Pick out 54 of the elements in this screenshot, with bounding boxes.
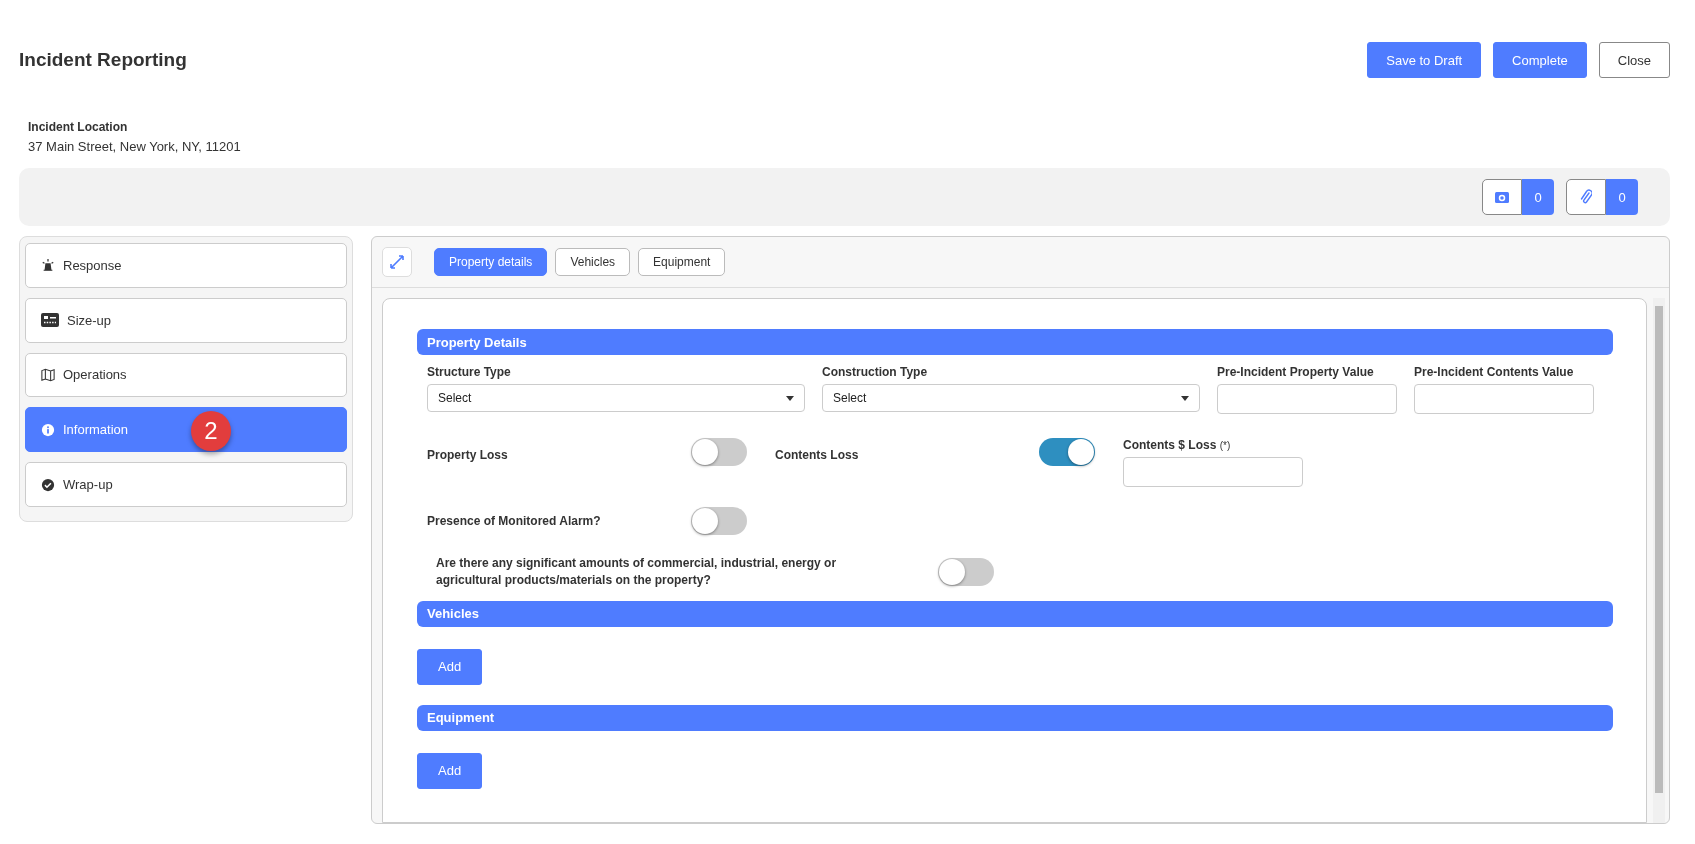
photo-button[interactable] (1482, 179, 1522, 215)
location-label: Incident Location (28, 120, 129, 134)
add-button[interactable]: Add (417, 752, 483, 789)
notification-badge: 2 (191, 411, 231, 452)
select-field[interactable]: Select (427, 384, 805, 412)
question-text: Are there any significant amounts of commercial, industrial, energy or agricultural products/materials on the property? (436, 555, 838, 589)
panel-icon (41, 313, 59, 328)
sidebar-item[interactable]: Wrap-up (25, 462, 347, 507)
field-label: Pre-Incident Contents Value (1414, 365, 1575, 379)
action-button[interactable]: Close (1598, 42, 1670, 78)
expand-button[interactable] (382, 247, 412, 277)
input-field[interactable] (1123, 457, 1303, 487)
attachment-button[interactable] (1566, 179, 1606, 215)
field-label: Property Loss (427, 447, 509, 462)
toggle-switch[interactable] (1039, 438, 1095, 466)
sidebar-item[interactable]: Size-up (25, 297, 347, 343)
tab[interactable]: Equipment (638, 248, 726, 276)
field-label: Structure Type (427, 365, 512, 379)
input-field[interactable] (1217, 384, 1397, 414)
beacon-icon (41, 258, 55, 273)
page-title: Incident Reporting (19, 49, 187, 71)
field-label: Presence of Monitored Alarm? (427, 514, 602, 528)
caret-icon (786, 395, 794, 401)
field-label: Pre-Incident Property Value (1217, 365, 1375, 379)
count-badge: 0 (1522, 179, 1554, 215)
select-field[interactable]: Select (822, 384, 1200, 412)
section-header: Equipment (417, 704, 1613, 731)
tab[interactable]: Vehicles (555, 248, 631, 276)
scrollbar[interactable] (1653, 298, 1665, 823)
tab[interactable]: Property details (434, 248, 548, 276)
map-icon (41, 368, 55, 382)
toggle-switch[interactable] (938, 557, 994, 586)
input-field[interactable] (1414, 384, 1594, 414)
action-button[interactable]: Complete (1493, 42, 1587, 78)
section-header: Property Details (417, 329, 1613, 355)
location-address: 37 Main Street, New York, NY, 11201 (28, 139, 242, 154)
expand-icon (390, 255, 404, 269)
sidebar-item[interactable]: Operations (25, 352, 347, 398)
field-label: Construction Type (822, 365, 929, 379)
camera-icon (1495, 191, 1509, 203)
info-icon (41, 422, 55, 437)
caret-icon (1181, 395, 1189, 401)
toggle-switch[interactable] (691, 507, 747, 535)
toggle-switch[interactable] (691, 438, 747, 466)
field-label: Contents $ Loss (*) (1123, 438, 1232, 452)
field-label: Contents Loss (775, 447, 860, 462)
count-badge: 0 (1606, 179, 1638, 215)
add-button[interactable]: Add (417, 648, 483, 685)
sidebar-item[interactable]: Response (25, 243, 347, 288)
check-circle-icon (41, 477, 55, 492)
sidebar-item[interactable]: Information 2 (25, 407, 347, 453)
paperclip-icon (1580, 189, 1592, 205)
action-button[interactable]: Save to Draft (1367, 42, 1482, 78)
section-header: Vehicles (417, 600, 1613, 627)
